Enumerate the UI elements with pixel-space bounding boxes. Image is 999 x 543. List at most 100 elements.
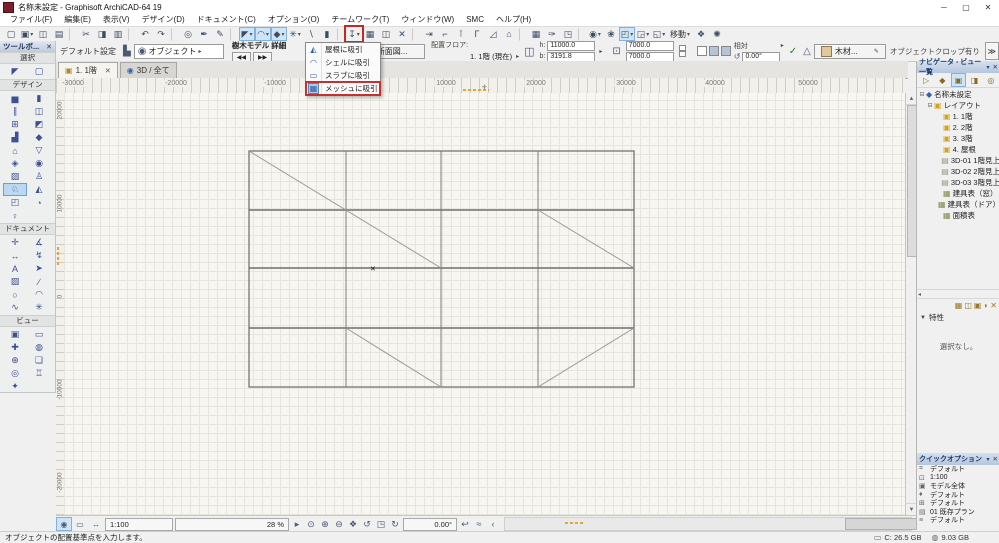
tree-item-door-schedule[interactable]: ▦ 建具表（ドア） (917, 199, 999, 210)
change-tool[interactable]: ♖ (27, 367, 51, 380)
curtain-wall-tool[interactable]: ▨ (3, 170, 27, 183)
minimize-button[interactable]: ─ (933, 1, 955, 14)
menu-item[interactable]: 編集(E) (58, 14, 97, 26)
check-icon[interactable]: ✓ (789, 46, 797, 57)
separator[interactable] (69, 28, 76, 41)
layout-book-button[interactable]: ▣ (951, 73, 965, 87)
horizontal-ruler[interactable]: -30000-20000-100001000020000300004000050… (56, 78, 905, 94)
menu-item[interactable]: ファイル(F) (4, 14, 58, 26)
tree-item-area-schedule[interactable]: ▦ 面積表 (917, 210, 999, 221)
pet-palette-toggle[interactable]: ◉ (56, 517, 72, 531)
interior-elevation-tool[interactable]: ⊕ (3, 354, 27, 367)
mirror-checkbox[interactable] (697, 46, 707, 56)
toolbox-header[interactable]: ツールボ... ✕ (0, 41, 55, 52)
circle-tool[interactable]: ○ (3, 288, 27, 301)
adjust-button[interactable]: ⇥ (421, 27, 437, 41)
morph-tool[interactable]: ♙ (27, 170, 51, 183)
element-type-dropdown[interactable]: ◉ オブジェクト ▸ (134, 44, 224, 59)
quick-layer-combo[interactable]: ⌗ デフォルト (917, 465, 999, 474)
prop-close-button[interactable]: ✕ (990, 301, 997, 310)
select-marquee-tool[interactable]: ▢ (27, 65, 51, 78)
save-button[interactable]: ◫ (35, 27, 51, 41)
view-map-button[interactable]: ◨ (968, 73, 982, 87)
menu-gravitate-shell[interactable]: ◠ シェルに吸引 (306, 56, 380, 69)
column-tool[interactable]: ▮ (27, 92, 51, 105)
rotate-grid-button[interactable]: ◳ (560, 27, 576, 41)
tree-item-floor2[interactable]: ▣ 2. 2階 (917, 122, 999, 133)
settings-icon[interactable]: ▙ (123, 46, 131, 57)
camera-tool[interactable]: ✦ (3, 380, 27, 393)
grid-snap-button[interactable]: ▦ (528, 27, 544, 41)
roof-tool[interactable]: ◆ (27, 131, 51, 144)
walk-tool-button[interactable]: ✺ (709, 27, 725, 41)
split-button[interactable]: ◿ (485, 27, 501, 41)
tab-3d-all[interactable]: ◉ 3D / 全て (120, 62, 177, 78)
link-b-button[interactable] (679, 51, 686, 57)
copy-button[interactable]: ◨ (94, 27, 110, 41)
flip-b-button[interactable] (721, 46, 731, 56)
navigator-header[interactable]: ナビゲータ - ビュー一覧 ▾ ✕ (917, 61, 999, 73)
zoom-percent-field[interactable]: 28 % (175, 518, 289, 531)
tracker-toggle[interactable]: ▭ (72, 517, 88, 531)
menu-item[interactable]: オプション(O) (262, 14, 326, 26)
fill-tool[interactable]: ▨ (3, 275, 27, 288)
pick-parameters-button[interactable]: ✒ (196, 27, 212, 41)
element-snap-button[interactable]: ▦ (362, 27, 378, 41)
menu-gravitate-mesh[interactable]: ▦ メッシュに吸引 (306, 82, 380, 95)
overflow-chevron[interactable]: ≫ (985, 42, 999, 60)
angle-field[interactable]: 0.00° (742, 52, 780, 62)
arc-tool[interactable]: ◠ (27, 288, 51, 301)
flip-a-button[interactable] (709, 46, 719, 56)
quick-dimension-style[interactable]: ≡ デフォルト (917, 516, 999, 525)
collapse-icon[interactable]: ▾ (987, 64, 990, 71)
zoom-in-button[interactable]: ⊕ (318, 519, 332, 530)
detail-tool[interactable]: ◎ (3, 367, 27, 380)
menu-item[interactable]: ウィンドウ(W) (395, 14, 460, 26)
toolbox-close-icon[interactable]: ✕ (46, 43, 52, 51)
inject-parameters-button[interactable]: ✎ (212, 27, 228, 41)
width-a-field[interactable]: 7000.0 (626, 41, 674, 51)
tree-item-3d02[interactable]: ▤ 3D-02 2階見上 (917, 166, 999, 177)
project-chooser-button[interactable]: ▷ (919, 73, 933, 87)
skylight-tool[interactable]: ◩ (27, 118, 51, 131)
select-arrow-tool[interactable]: ◤ (3, 65, 27, 78)
project-map-button[interactable]: ◆ (935, 73, 949, 87)
horizontal-scroll-track[interactable] (504, 517, 912, 531)
section-design[interactable]: デザイン (0, 79, 55, 91)
zoom-history-button[interactable]: ≈ (472, 519, 486, 530)
trim-button[interactable]: ⌐ (437, 27, 453, 41)
door-tool[interactable]: ◫ (27, 105, 51, 118)
worksheet-tool[interactable]: ❏ (27, 354, 51, 367)
tree-item-project[interactable]: ⊟ ◆ 名称未設定 (917, 89, 999, 100)
intersect-button[interactable]: ⊺ (453, 27, 469, 41)
snap-reference-button[interactable]: ∖ (303, 27, 319, 41)
properties-header[interactable]: ▼ 特性 (917, 312, 999, 323)
tree-item-layouts[interactable]: ⊟ ▣ レイアウト (917, 100, 999, 111)
layers-button[interactable]: ◉ (587, 27, 603, 41)
navigator-close-icon[interactable]: ✕ (993, 63, 998, 71)
beam-tool[interactable]: ∥ (3, 105, 27, 118)
expander-icon[interactable]: ⊟ (926, 102, 934, 109)
separator[interactable] (171, 28, 178, 41)
edit-mode-button[interactable]: ◲ (635, 27, 651, 41)
line-tool[interactable]: ∕ (27, 275, 51, 288)
zoom-out-button[interactable]: ⊖ (332, 519, 346, 530)
relative-chevron-icon[interactable]: ▸ (781, 42, 784, 49)
fit-window-button[interactable]: ◳ (374, 519, 388, 530)
zone-tool[interactable]: ◉ (27, 157, 51, 170)
tree-item-roof[interactable]: ▣ 4. 屋根 (917, 144, 999, 155)
undo-button[interactable]: ↶ (137, 27, 153, 41)
material-button[interactable]: 木材... ✎ (814, 44, 886, 59)
quick-options-header[interactable]: クイックオプション ▾ ✕ (917, 453, 999, 465)
maximize-button[interactable]: ▢ (955, 1, 977, 14)
menu-item[interactable]: ヘルプ(H) (490, 14, 537, 26)
cut-button[interactable]: ✂ (78, 27, 94, 41)
separator[interactable] (578, 28, 585, 41)
elevation-tool[interactable]: ◍ (27, 341, 51, 354)
angle-dimension-tool[interactable]: ∡ (27, 236, 51, 249)
rotate-view-button[interactable]: ↻ (388, 519, 402, 530)
quick-options-close-icon[interactable]: ✕ (993, 455, 998, 463)
tree-horizontal-scrollbar[interactable]: ◂ (917, 289, 999, 299)
separator[interactable] (128, 28, 135, 41)
annotate-button[interactable]: ✑ (544, 27, 560, 41)
